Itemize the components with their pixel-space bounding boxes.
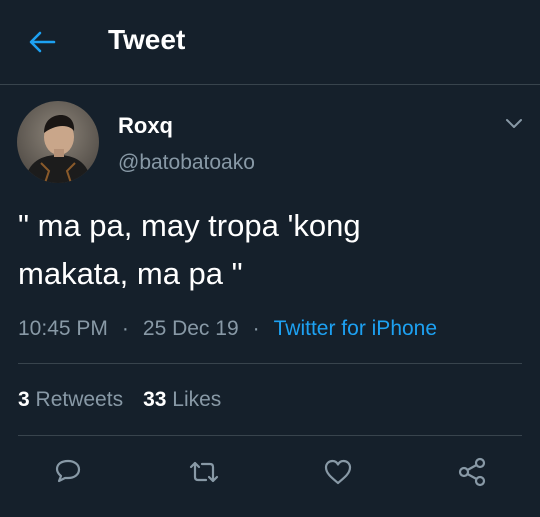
like-button[interactable] [318, 452, 358, 492]
tweet-time: 10:45 PM [18, 317, 108, 340]
arrow-left-icon [29, 31, 56, 53]
share-icon [458, 457, 486, 487]
retweet-icon [189, 461, 219, 483]
reply-button[interactable] [48, 452, 88, 492]
likes-label: Likes [172, 388, 222, 411]
chevron-down-icon [506, 119, 522, 128]
retweet-button[interactable] [184, 452, 224, 492]
tweet-source-link[interactable]: Twitter for iPhone [274, 317, 437, 341]
back-button[interactable] [22, 26, 62, 58]
retweets-stat[interactable]: 3 Retweets [18, 388, 123, 412]
retweets-label: Retweets [35, 388, 124, 411]
author-handle[interactable]: @batobatoako [118, 151, 255, 175]
tweet-meta: 10:45 PM · 25 Dec 19 · Twitter for iPhon… [18, 315, 437, 343]
tweet-text-line: makata, ma pa " [18, 256, 243, 291]
tweet-menu-button[interactable] [501, 112, 527, 136]
top-bar: Tweet [0, 0, 540, 85]
tweet-date: 25 Dec 19 [142, 317, 239, 340]
reply-icon [55, 459, 81, 483]
tweet-text-line: " ma pa, may tropa 'kong [18, 208, 361, 243]
page-title: Tweet [108, 24, 186, 55]
tweet-stats: 3 Retweets 33 Likes [18, 386, 241, 414]
like-icon [324, 459, 352, 485]
author-name[interactable]: Roxq [118, 113, 173, 139]
likes-stat[interactable]: 33 Likes [143, 388, 221, 412]
avatar[interactable] [17, 101, 99, 183]
share-button[interactable] [452, 452, 492, 492]
tweet-text: " ma pa, may tropa 'kong makata, ma pa " [18, 202, 518, 298]
divider [18, 435, 522, 436]
retweets-count: 3 [18, 388, 30, 411]
meta-separator: · [121, 317, 129, 340]
divider [18, 363, 522, 364]
meta-separator: · [252, 317, 260, 340]
likes-count: 33 [143, 388, 167, 411]
